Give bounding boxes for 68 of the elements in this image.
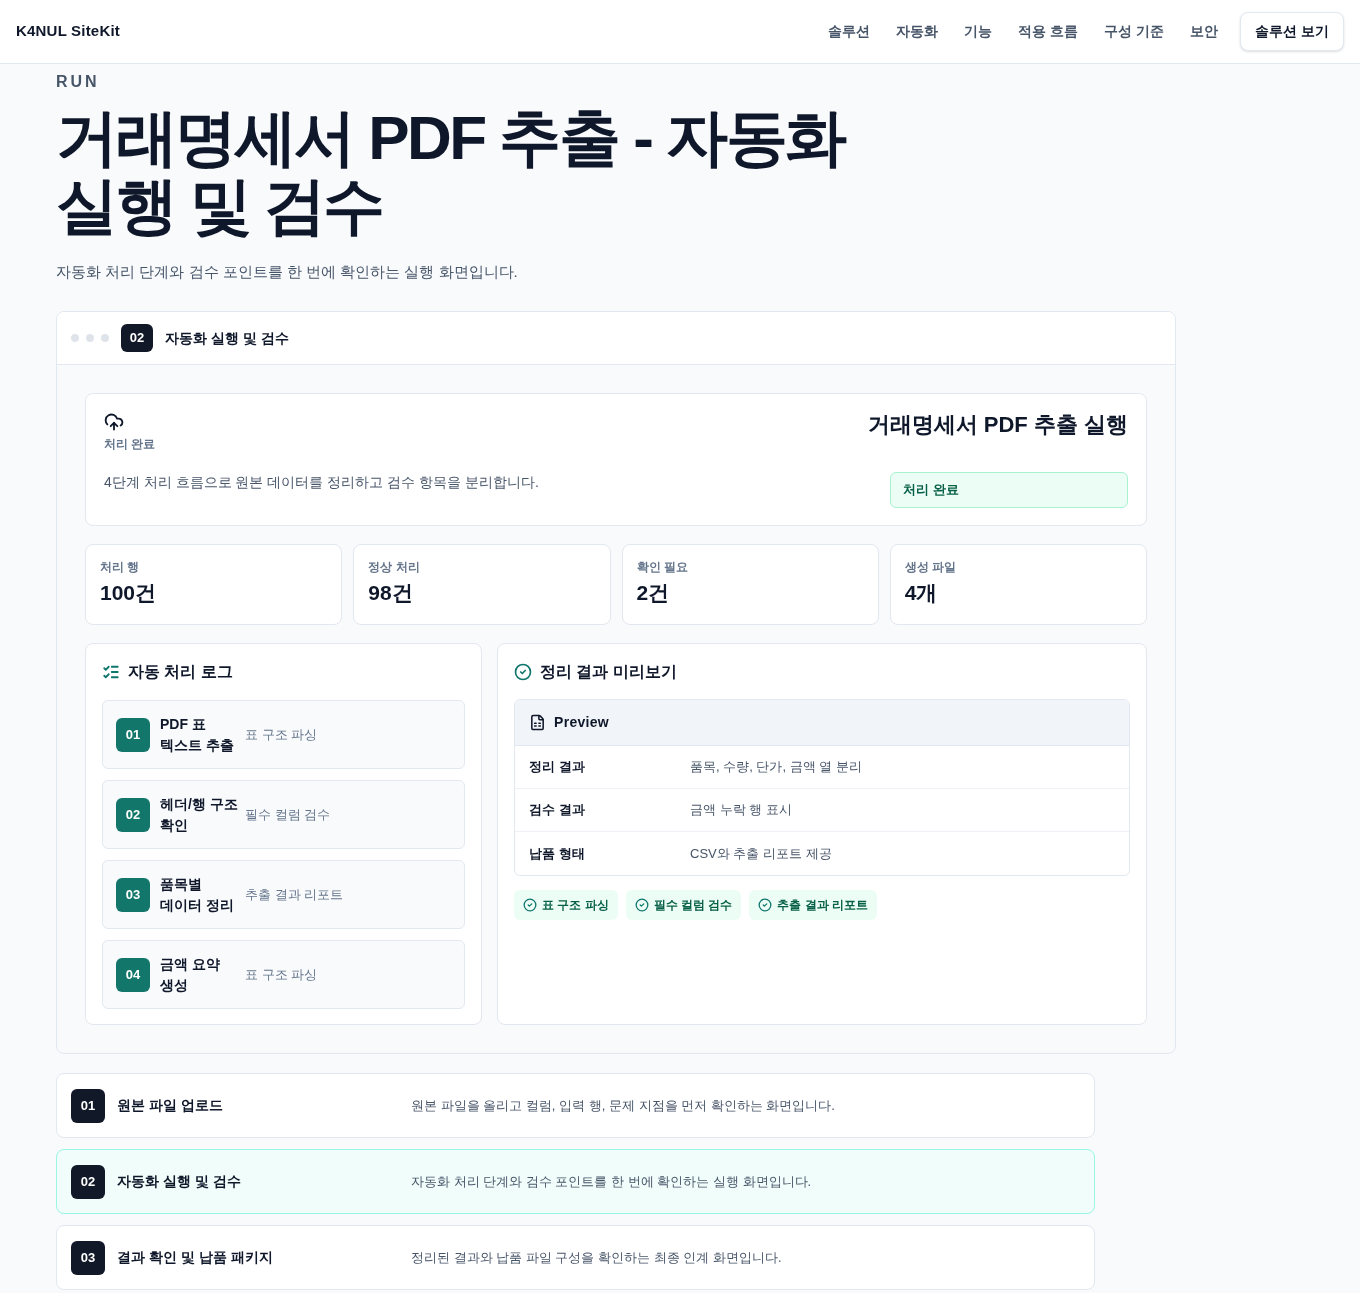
step-row[interactable]: 03 결과 확인 및 납품 패키지 정리된 결과와 납품 파일 구성을 확인하는 최종 인계 화면입니다.: [56, 1225, 1095, 1290]
preview-title: 정리 결과 미리보기: [540, 662, 677, 682]
nav-link[interactable]: 자동화: [896, 21, 939, 42]
log-title: 자동 처리 로그: [128, 662, 233, 682]
metric-label: 처리 행: [100, 559, 140, 575]
metric-value: 100건: [100, 580, 157, 606]
step-number-badge: 01: [71, 1088, 105, 1123]
step-title: 원본 파일 업로드: [117, 1096, 224, 1115]
step-description: 자동화 처리 단계와 검수 포인트를 한 번에 확인하는 실행 화면입니다.: [411, 1172, 812, 1191]
metric-value: 4개: [904, 580, 938, 606]
step-title: 자동화 실행 및 검수: [117, 1172, 242, 1191]
chip-label: 표 구조 파싱: [542, 897, 609, 914]
page-subtitle: 자동화 처리 단계와 검수 포인트를 한 번에 확인하는 실행 화면입니다.: [56, 262, 518, 282]
chip-label: 필수 컬럼 검수: [653, 897, 733, 914]
metric-value: 98건: [368, 580, 413, 606]
preview-row-label: 정리 결과: [529, 758, 586, 777]
nav-link[interactable]: 기능: [964, 21, 993, 42]
status-label: 처리 완료: [104, 436, 156, 452]
step-number-badge: 03: [116, 877, 150, 912]
log-step-detail: 추출 결과 리포트: [245, 885, 344, 904]
preview-row-label: 검수 결과: [529, 801, 586, 820]
nav-link[interactable]: 솔루션: [828, 21, 871, 42]
metric-label: 확인 필요: [636, 559, 688, 575]
check-circle-icon: [514, 663, 532, 681]
nav-link[interactable]: 보안: [1190, 21, 1219, 42]
step-number-badge: 02: [116, 797, 150, 832]
step-number-badge: 04: [116, 957, 150, 992]
panel-title: 자동화 실행 및 검수: [165, 328, 289, 348]
step-number-badge: 03: [71, 1240, 105, 1275]
step-number-badge: 02: [121, 324, 153, 352]
preview-row-label: 납품 형태: [529, 844, 586, 863]
step-number-badge: 02: [71, 1164, 105, 1199]
page-title: 거래명세서 PDF 추출 - 자동화 실행 및 검수: [56, 104, 847, 240]
check-circle-icon: [634, 898, 649, 912]
metric-value: 2건: [636, 580, 670, 606]
log-step-detail: 표 구조 파싱: [245, 725, 318, 744]
view-solutions-button[interactable]: 솔루션 보기: [1240, 12, 1344, 51]
preview-table-title: Preview: [554, 713, 610, 732]
metric-label: 생성 파일: [904, 559, 957, 575]
list-checks-icon: [102, 663, 120, 681]
summary-description: 4단계 처리 흐름으로 원본 데이터를 정리하고 검수 항목을 분리합니다.: [104, 473, 539, 492]
log-step-title: 헤더/행 구조 확인: [160, 794, 239, 835]
metric-label: 정상 처리: [368, 559, 420, 575]
step-row[interactable]: 01 원본 파일 업로드 원본 파일을 올리고 컬럼, 입력 행, 문제 지점을 먼저 확인하는 화면입니다.: [56, 1073, 1095, 1138]
step-description: 정리된 결과와 납품 파일 구성을 확인하는 최종 인계 화면입니다.: [411, 1248, 782, 1267]
preview-row-value: CSV와 추출 리포트 제공: [690, 844, 832, 863]
step-number-badge: 01: [116, 717, 150, 752]
spreadsheet-file-icon: [529, 714, 546, 731]
nav-link[interactable]: 구성 기준: [1104, 21, 1165, 42]
status-badge: 처리 완료: [890, 472, 1128, 508]
nav-link[interactable]: 적용 흐름: [1018, 21, 1079, 42]
preview-row-value: 금액 누락 행 표시: [690, 801, 792, 820]
logo-text[interactable]: K4NUL SiteKit: [16, 20, 120, 43]
check-circle-icon: [758, 898, 773, 912]
check-circle-icon: [523, 898, 537, 912]
log-step-detail: 표 구조 파싱: [245, 965, 318, 984]
chip-label: 추출 결과 리포트: [777, 897, 868, 914]
cloud-upload-icon: [104, 412, 124, 432]
eyebrow-label: RUN: [56, 72, 100, 92]
log-step-detail: 필수 컬럼 검수: [245, 805, 331, 824]
log-step-title: PDF 표 텍스트 추출: [160, 714, 235, 755]
summary-title: 거래명세서 PDF 추출 실행: [867, 412, 1128, 438]
step-title: 결과 확인 및 납품 패키지: [117, 1248, 274, 1267]
log-step-title: 품목별 데이터 정리: [160, 874, 235, 915]
step-row[interactable]: 02 자동화 실행 및 검수 자동화 처리 단계와 검수 포인트를 한 번에 확인하는 실행 화면입니다.: [56, 1149, 1095, 1214]
log-step-title: 금액 요약 생성: [160, 954, 221, 995]
preview-row-value: 품목, 수량, 단가, 금액 열 분리: [690, 758, 862, 777]
step-description: 원본 파일을 올리고 컬럼, 입력 행, 문제 지점을 먼저 확인하는 화면입니다.: [411, 1096, 835, 1115]
